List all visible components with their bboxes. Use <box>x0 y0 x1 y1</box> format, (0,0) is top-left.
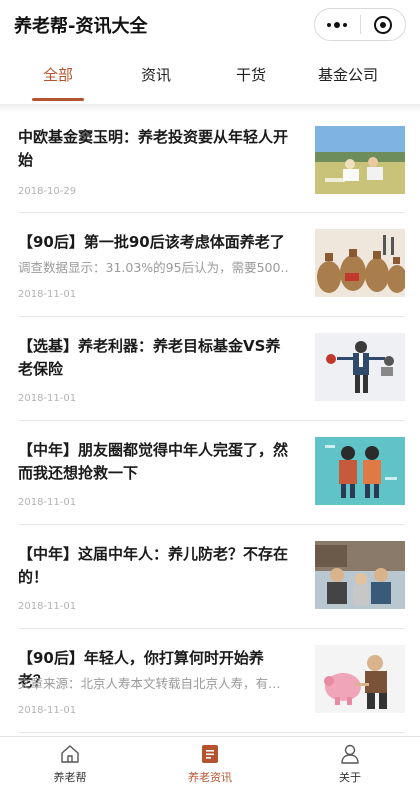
article-date: 2018-11-01 <box>18 393 77 404</box>
article-title: 【中年】朋友圈都觉得中年人完蛋了，然而我还想抢救一下 <box>18 441 289 482</box>
article-item[interactable]: 【90后】年轻人，你打算何时开始养老？ 文章来源：北京人寿本文转载自北京人寿，有… <box>0 629 420 733</box>
money-bags-thumbnail <box>315 229 405 297</box>
article-title: 【90后】第一批90后该考虑体面养老了 <box>18 233 285 251</box>
more-button[interactable] <box>315 9 360 40</box>
article-item[interactable]: 中欧基金窦玉明：养老投资要从年轻人开始 2018-10-29 <box>0 110 420 213</box>
tab-fund-companies[interactable]: 基金公司 <box>300 64 396 98</box>
family-photo-thumbnail <box>315 541 405 609</box>
home-icon <box>59 743 81 765</box>
article-date: 2018-10-29 <box>18 186 77 197</box>
article-date: 2018-11-01 <box>18 705 77 716</box>
tab-all[interactable]: 全部 <box>30 64 86 98</box>
people-on-lawn-thumbnail <box>315 126 405 194</box>
bottom-nav-label: 养老帮 <box>53 771 87 784</box>
article-item[interactable]: 【选基】养老利器：养老目标基金VS养老保险 2018-11-01 <box>0 317 420 421</box>
bottom-tab-bar: 养老帮 养老资讯 关于 <box>0 736 420 790</box>
article-date: 2018-11-01 <box>18 289 77 300</box>
bottom-nav-home[interactable]: 养老帮 <box>0 737 140 790</box>
bottom-nav-label: 关于 <box>339 771 361 784</box>
close-miniprogram-button[interactable] <box>361 9 406 40</box>
bottom-nav-news[interactable]: 养老资讯 <box>140 737 280 790</box>
category-tabs: 全部 资讯 干货 基金公司 <box>0 56 420 102</box>
article-item[interactable]: 【90后】第一批90后该考虑体面养老了 调查数据显示：31.03%的95后认为，… <box>0 213 420 317</box>
article-item[interactable]: 【中年】这届中年人：养儿防老？不存在的！ 2018-11-01 <box>0 525 420 629</box>
user-icon <box>339 743 361 765</box>
bottom-nav-about[interactable]: 关于 <box>280 737 420 790</box>
tab-practical[interactable]: 干货 <box>223 64 279 98</box>
tab-news[interactable]: 资讯 <box>128 64 184 98</box>
businessman-illustration-thumbnail <box>315 333 405 401</box>
couple-illustration-thumbnail <box>315 437 405 505</box>
article-title: 【中年】这届中年人：养儿防老？不存在的！ <box>18 545 289 586</box>
article-date: 2018-11-01 <box>18 497 77 508</box>
mini-program-capsule <box>314 8 406 41</box>
active-tab-indicator <box>32 98 84 101</box>
article-item[interactable]: 【中年】朋友圈都觉得中年人完蛋了，然而我还想抢救一下 2018-11-01 <box>0 421 420 525</box>
article-title: 【选基】养老利器：养老目标基金VS养老保险 <box>18 337 281 378</box>
article-date: 2018-11-01 <box>18 601 77 612</box>
bottom-nav-label: 养老资讯 <box>188 771 232 784</box>
app-title: 养老帮-资讯大全 <box>14 16 148 37</box>
news-icon <box>199 743 221 765</box>
more-dots-icon <box>327 21 348 28</box>
article-summary: 文章来源：北京人寿本文转载自北京人寿，有… <box>18 676 281 691</box>
article-summary: 调查数据显示：31.03%的95后认为，需要500… <box>18 260 290 275</box>
close-target-icon <box>373 15 392 34</box>
article-title: 中欧基金窦玉明：养老投资要从年轻人开始 <box>18 128 289 169</box>
elderly-piggy-bank-thumbnail <box>315 645 405 713</box>
title-bar: 养老帮-资讯大全 <box>0 0 420 48</box>
